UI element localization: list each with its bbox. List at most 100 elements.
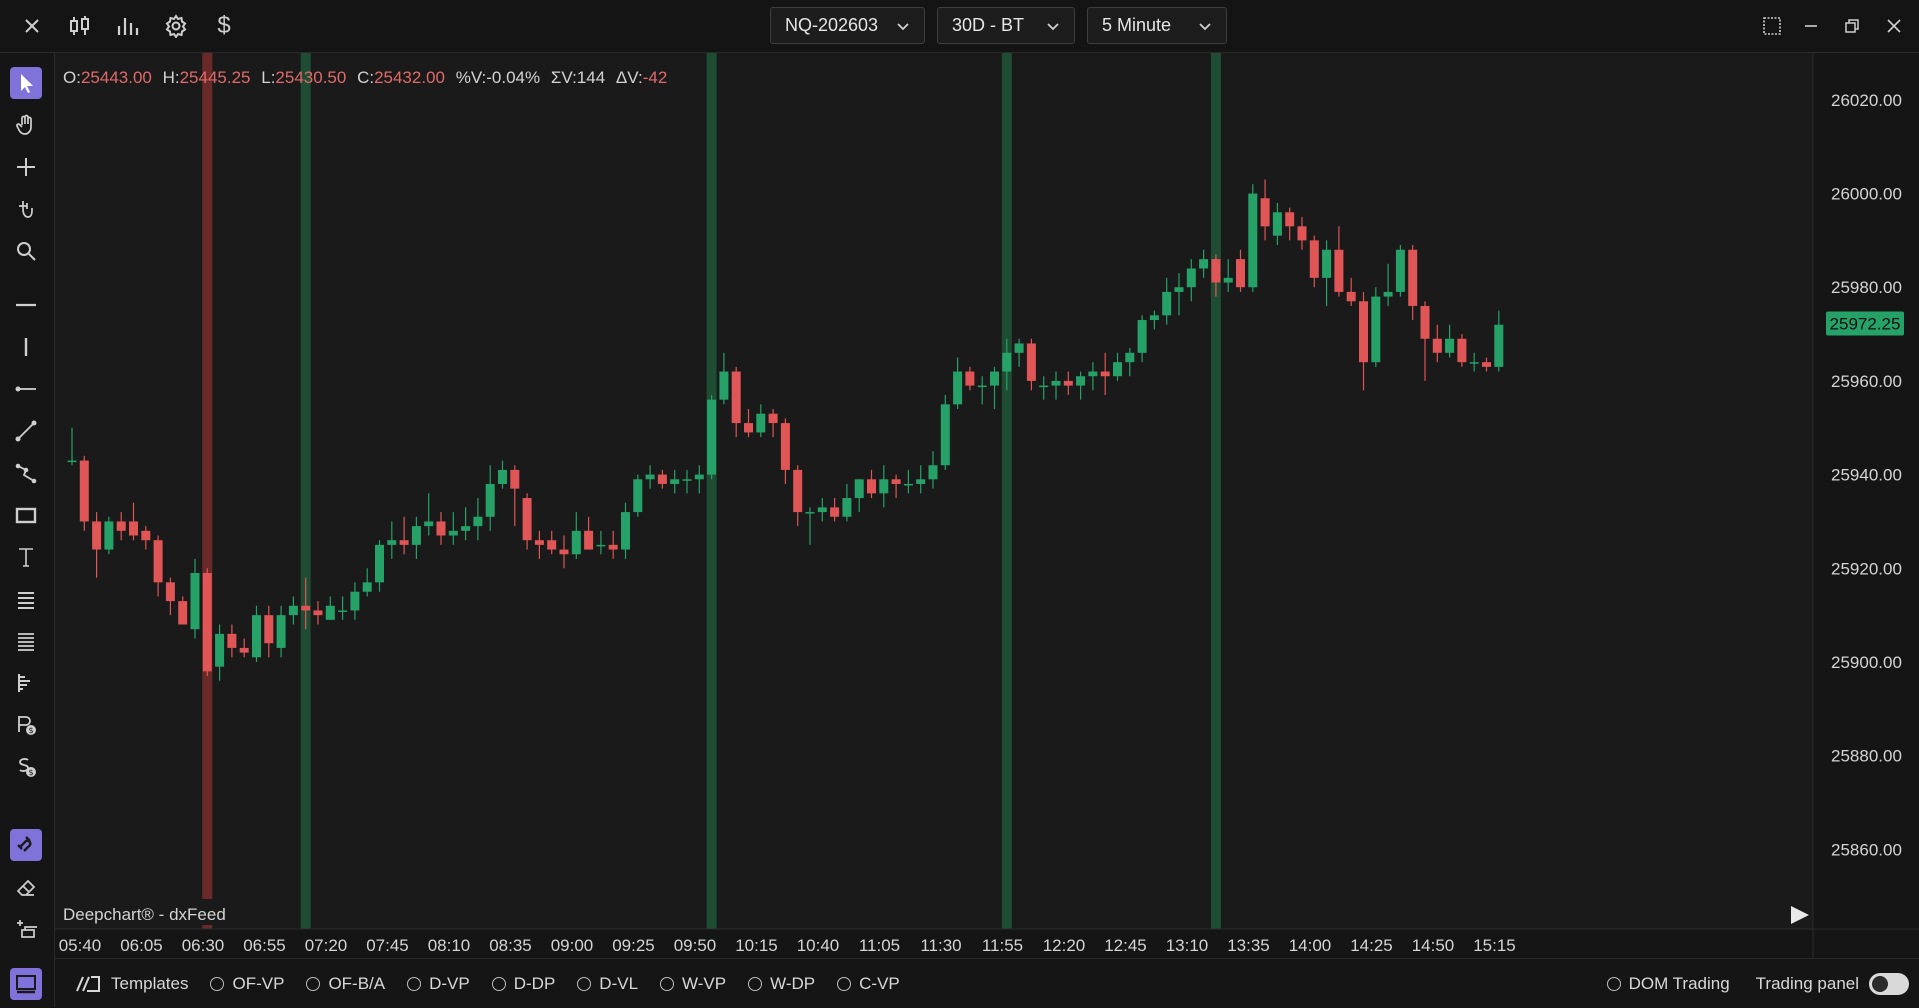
time-tick-label: 10:15 <box>735 936 778 955</box>
toggle-label: W-DP <box>770 973 816 993</box>
candle <box>940 394 950 470</box>
time-tick-label: 06:55 <box>243 936 286 955</box>
templates-icon[interactable] <box>75 975 101 993</box>
candle <box>1248 184 1258 292</box>
lines-icon <box>18 592 34 609</box>
horizontal-line-tool[interactable] <box>10 289 42 321</box>
dense-lines-icon <box>18 633 34 651</box>
time-tick-label: 07:20 <box>305 936 348 955</box>
symbol-label: NQ-202603 <box>785 15 879 35</box>
path-tool[interactable] <box>10 457 42 489</box>
price-tick-label: 25900.00 <box>1831 653 1902 672</box>
ray-tool[interactable] <box>10 373 42 405</box>
toggle-label: D-VL <box>599 973 639 993</box>
chevron-down-icon <box>1199 22 1211 30</box>
interval-dropdown[interactable]: 5 Minute <box>1087 7 1227 44</box>
bar-chart-icon[interactable] <box>112 10 144 42</box>
radio-icon <box>210 976 225 991</box>
time-tick-label: 13:10 <box>1166 936 1209 955</box>
top-bar: $ NQ-202603 30D - BT 5 Minute <box>0 0 1919 53</box>
bottom-bar: Templates OF-VP OF-B/A D-VP D-DP D-VL W-VP W-D… <box>55 958 1919 1008</box>
crosshair-tool[interactable] <box>10 151 42 183</box>
layout-icon[interactable] <box>1758 12 1786 40</box>
vertical-line-tool[interactable] <box>10 331 42 363</box>
window-close-icon[interactable] <box>1880 12 1908 40</box>
time-tick-label: 05:40 <box>59 936 102 955</box>
price-tick-label: 25960.00 <box>1831 372 1902 391</box>
chevron-down-icon <box>1047 22 1059 30</box>
trading-panel-switch[interactable] <box>1869 972 1909 995</box>
vertical-line-icon <box>24 338 28 356</box>
toggle-d-vl[interactable]: D-VL <box>577 974 638 994</box>
rectangle-icon <box>15 507 37 524</box>
magnet-snap-tool[interactable] <box>10 829 42 861</box>
price-axis[interactable]: 26020.00 26000.00 25980.00 25960.00 25940.00… <box>1831 91 1902 860</box>
price-volume-tool[interactable]: $ <box>10 709 42 741</box>
dom-trading-toggle[interactable]: DOM Trading <box>1606 974 1730 994</box>
radio-icon <box>660 976 675 991</box>
polyline-icon <box>15 463 37 484</box>
highlight-bar <box>202 53 213 929</box>
highlight-bar <box>1210 53 1221 929</box>
close-icon[interactable] <box>16 10 48 42</box>
add-object-tool[interactable] <box>10 913 42 945</box>
toggle-of-vp[interactable]: OF-VP <box>210 974 284 994</box>
dollar-icon[interactable]: $ <box>208 10 240 42</box>
price-tick-label: 26000.00 <box>1831 185 1902 204</box>
crosshair-icon <box>17 158 35 176</box>
price-tick-label: 25920.00 <box>1831 559 1902 578</box>
time-tick-label: 06:30 <box>182 936 225 955</box>
toggle-w-dp[interactable]: W-DP <box>748 974 815 994</box>
candlestick-icon[interactable] <box>64 10 96 42</box>
magnet-tool[interactable] <box>10 193 42 225</box>
radio-icon <box>1606 976 1621 991</box>
svg-text:$: $ <box>28 726 33 735</box>
time-tick-label: 09:25 <box>612 936 655 955</box>
price-tick-label: 26020.00 <box>1831 91 1902 110</box>
time-tick-label: 09:50 <box>674 936 717 955</box>
range-dropdown[interactable]: 30D - BT <box>937 7 1075 44</box>
zoom-tool[interactable] <box>10 235 42 267</box>
rectangle-tool[interactable] <box>10 499 42 531</box>
price-tick-label: 25880.00 <box>1831 747 1902 766</box>
ray-icon <box>15 386 36 392</box>
layers-add-icon <box>17 920 37 938</box>
radio-icon <box>491 976 506 991</box>
panel-toggle[interactable] <box>10 968 42 1000</box>
session-volume-tool[interactable]: $ <box>10 751 42 783</box>
time-tick-label: 15:15 <box>1473 936 1516 955</box>
highlight-bar <box>1001 53 1012 929</box>
volume-profile-tool[interactable] <box>10 667 42 699</box>
price-chart[interactable]: 26020.00 26000.00 25980.00 25960.00 25940.00… <box>55 53 1919 958</box>
toggle-d-dp[interactable]: D-DP <box>491 974 555 994</box>
candle <box>1395 245 1405 297</box>
radio-icon <box>577 976 592 991</box>
symbol-dropdown[interactable]: NQ-202603 <box>770 7 925 44</box>
trend-line-icon <box>15 420 37 442</box>
text-tool[interactable] <box>10 541 42 573</box>
templates-button[interactable]: Templates <box>111 974 188 994</box>
pointer-tool[interactable] <box>10 67 42 99</box>
trend-line-tool[interactable] <box>10 415 42 447</box>
eraser-tool[interactable] <box>10 871 42 903</box>
channel-tool[interactable] <box>10 625 42 657</box>
gear-icon[interactable] <box>160 10 192 42</box>
time-tick-label: 13:35 <box>1227 936 1270 955</box>
candle <box>202 568 212 677</box>
toggle-w-vp[interactable]: W-VP <box>660 974 726 994</box>
time-axis[interactable]: 05:40 06:05 06:30 06:55 07:20 07:45 08:10 08:35… <box>59 936 1516 955</box>
toggle-c-vp[interactable]: C-VP <box>837 974 900 994</box>
plot-background <box>55 53 1813 929</box>
restore-icon[interactable] <box>1838 12 1866 40</box>
hand-tool[interactable] <box>10 109 42 141</box>
fib-tool[interactable] <box>10 583 42 615</box>
minimize-icon[interactable] <box>1797 12 1825 40</box>
radio-icon <box>306 976 321 991</box>
toggle-d-vp[interactable]: D-VP <box>407 974 470 994</box>
time-tick-label: 06:05 <box>120 936 163 955</box>
magnet-hand-icon <box>19 201 33 218</box>
hand-icon <box>16 114 32 135</box>
chevron-down-icon <box>897 22 909 30</box>
toggle-label: D-VP <box>429 973 470 993</box>
toggle-of-b-a[interactable]: OF-B/A <box>306 974 385 994</box>
